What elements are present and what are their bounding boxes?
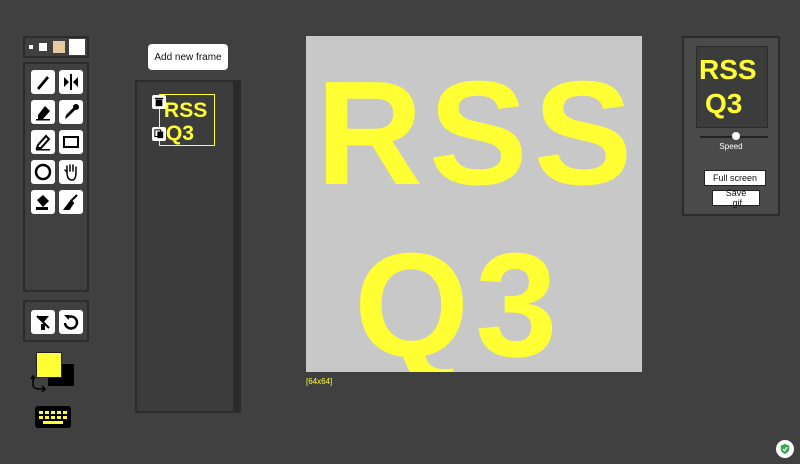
move-tool[interactable]	[59, 160, 83, 184]
circle-tool[interactable]	[31, 160, 55, 184]
circle-icon	[34, 163, 52, 181]
rectangle-tool[interactable]	[59, 130, 83, 154]
frame-art: RSS Q3	[164, 99, 207, 145]
frames-scrollbar[interactable]	[233, 82, 239, 411]
pen-size-2[interactable]	[39, 43, 47, 51]
eraser-icon	[36, 106, 50, 121]
rectangle-icon	[63, 136, 79, 148]
speed-label: Speed	[719, 142, 743, 151]
color-picker-tool[interactable]	[59, 100, 83, 124]
preview-art-line1: RSS	[699, 54, 757, 85]
swap-colors-icon[interactable]	[30, 374, 48, 392]
save-gif-button[interactable]: Save .gif	[712, 188, 760, 208]
frames-list: RSS Q3	[135, 80, 241, 413]
tools-panel	[23, 62, 89, 292]
pen-tool[interactable]	[31, 70, 55, 94]
clear-icon	[36, 315, 50, 330]
canvas-art: RSS Q3	[316, 51, 638, 388]
canvas-size-label: [64x64]	[306, 377, 333, 386]
paint-bucket-icon	[36, 195, 49, 210]
move-hand-icon	[64, 164, 77, 181]
stroke-tool[interactable]	[31, 130, 55, 154]
add-new-frame-button[interactable]: Add new frame	[148, 44, 228, 70]
eraser-tool[interactable]	[31, 100, 55, 124]
canvas-art-line1: RSS	[316, 51, 638, 216]
preview-art-line2: Q3	[705, 88, 742, 119]
stroke-icon	[35, 134, 51, 151]
mirror-pen-icon	[64, 74, 78, 90]
paint-bucket-tool[interactable]	[31, 190, 55, 214]
lighten-tool[interactable]	[59, 190, 83, 214]
mirror-pen-tool[interactable]	[59, 70, 83, 94]
frame-thumbnail[interactable]: RSS Q3	[159, 94, 215, 146]
duplicate-frame-button[interactable]	[152, 127, 166, 141]
frame-art-line1: RSS	[164, 99, 207, 122]
full-screen-button[interactable]: Full screen	[704, 170, 766, 186]
lighten-icon	[63, 194, 78, 210]
preview-panel: RSS Q3 Speed Full screen Save .gif	[682, 36, 780, 216]
undo-button[interactable]	[59, 310, 83, 334]
pen-size-4[interactable]	[69, 39, 85, 55]
copy-icon	[154, 129, 164, 139]
shield-glyph	[780, 443, 790, 455]
undo-icon	[63, 315, 79, 330]
canvas-art-line2: Q3	[354, 223, 563, 372]
pen-icon	[37, 76, 49, 90]
keyboard-shortcuts-icon[interactable]	[35, 406, 71, 428]
animation-preview: RSS Q3	[696, 46, 768, 128]
color-picker-icon	[65, 104, 79, 119]
pen-size-panel	[23, 36, 89, 58]
pen-size-1[interactable]	[29, 45, 33, 49]
drawing-canvas[interactable]: RSS Q3	[306, 36, 642, 388]
shield-icon[interactable]	[776, 440, 794, 458]
trash-icon	[154, 97, 164, 107]
frame-art-line2: Q3	[166, 122, 194, 145]
speed-slider-thumb[interactable]	[732, 132, 740, 140]
pen-size-3[interactable]	[53, 41, 65, 53]
clear-button[interactable]	[31, 310, 55, 334]
delete-frame-button[interactable]	[152, 95, 166, 109]
actions-panel	[23, 300, 89, 342]
preview-art: RSS Q3	[699, 54, 757, 119]
